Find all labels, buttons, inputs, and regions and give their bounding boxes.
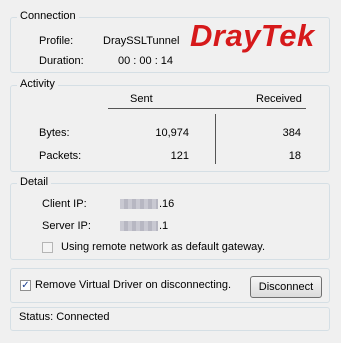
remove-driver-label: Remove Virtual Driver on disconnecting. (35, 279, 232, 291)
draytek-logo: DrayTek (190, 18, 315, 53)
activity-title: Activity (17, 78, 58, 90)
packets-received: 18 (288, 150, 301, 162)
column-divider (215, 114, 216, 164)
bytes-received: 384 (282, 127, 301, 139)
client-ip-redacted (120, 199, 158, 209)
client-ip-label: Client IP: (42, 198, 87, 210)
default-gateway-label: Using remote network as default gateway. (61, 241, 266, 253)
sent-column-header: Sent (130, 93, 153, 105)
received-column-header: Received (256, 93, 302, 105)
default-gateway-checkbox[interactable] (42, 242, 53, 253)
server-ip-suffix: .1 (159, 220, 169, 232)
remove-driver-checkbox[interactable]: ✓ (20, 280, 31, 291)
connection-title: Connection (17, 10, 79, 22)
server-ip-label: Server IP: (42, 220, 91, 232)
header-divider (108, 108, 306, 109)
duration-value: 00 : 00 : 14 (118, 55, 174, 67)
profile-label: Profile: (39, 35, 74, 47)
bytes-label: Bytes: (39, 127, 70, 139)
profile-value: DraySSLTunnel (103, 35, 180, 47)
server-ip-redacted (120, 221, 158, 231)
packets-label: Packets: (39, 150, 82, 162)
bytes-sent: 10,974 (155, 127, 189, 139)
disconnect-button[interactable]: Disconnect (250, 276, 322, 298)
status-text: Status: Connected (19, 311, 110, 323)
duration-label: Duration: (39, 55, 84, 67)
client-ip-suffix: .16 (159, 198, 175, 210)
packets-sent: 121 (170, 150, 189, 162)
detail-title: Detail (17, 176, 52, 188)
checkmark-icon: ✓ (21, 280, 30, 291)
